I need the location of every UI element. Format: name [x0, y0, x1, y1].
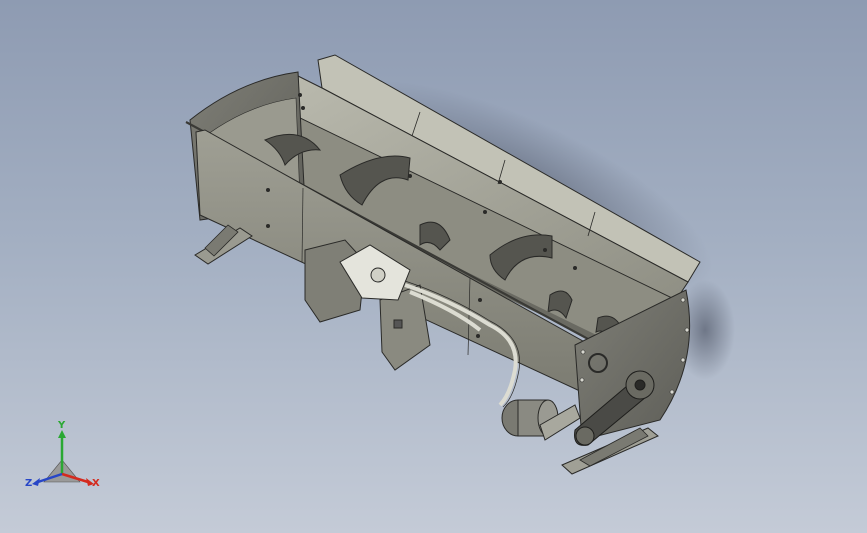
x-axis-label: X: [92, 478, 100, 489]
bolt-hex: [393, 319, 403, 329]
reference-triad: Y X Z: [22, 418, 112, 498]
model-view[interactable]: [0, 0, 867, 533]
gearbox-boss: [370, 267, 386, 283]
cad-graphics-viewport[interactable]: [0, 0, 867, 533]
y-axis-label: Y: [57, 420, 66, 431]
z-axis-arrow-icon: [32, 478, 40, 486]
y-axis-arrow-icon: [58, 430, 66, 438]
z-axis-label: Z: [25, 478, 32, 489]
